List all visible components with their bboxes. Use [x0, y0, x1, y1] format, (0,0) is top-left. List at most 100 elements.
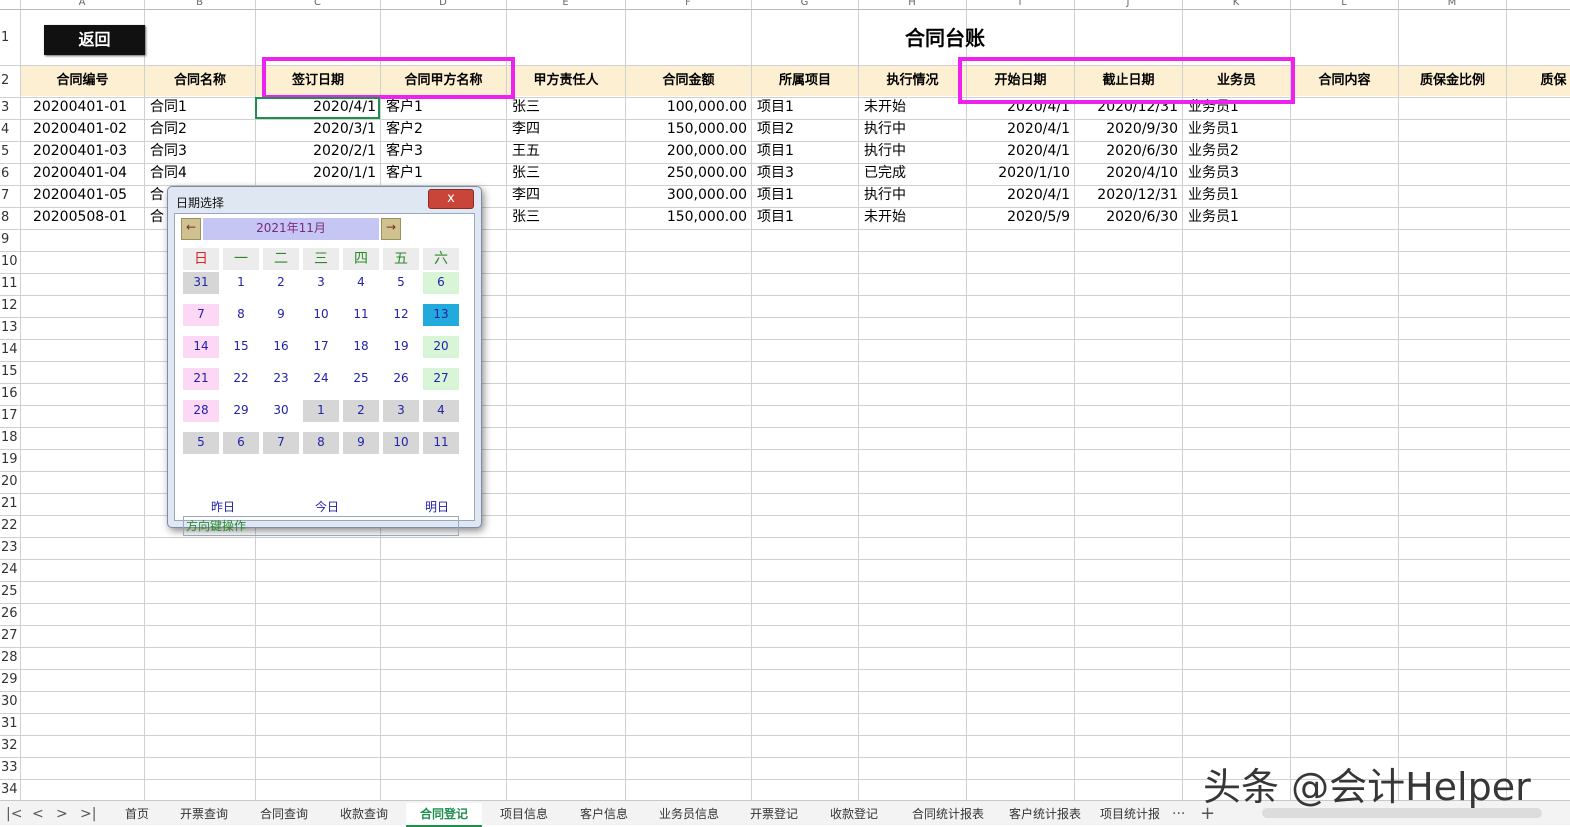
calendar-day[interactable]: 2 [263, 272, 299, 294]
table-cell[interactable]: 20200401-05 [20, 185, 144, 207]
row-number[interactable]: 14 [0, 339, 20, 361]
table-cell[interactable]: 20200401-04 [20, 163, 144, 185]
row-number[interactable]: 4 [0, 119, 20, 141]
row-number[interactable]: 17 [0, 405, 20, 427]
sheet-tab[interactable]: 合同统计报表 [896, 803, 1000, 825]
calendar-day[interactable]: 26 [383, 368, 419, 390]
table-cell[interactable]: 业务员1 [1182, 119, 1290, 141]
row-number[interactable]: 2 [0, 65, 20, 97]
sheet-tab[interactable]: 项目信息 [486, 803, 562, 825]
table-cell[interactable]: 业务员2 [1182, 141, 1290, 163]
table-cell[interactable]: 客户1 [380, 163, 506, 185]
row-number[interactable]: 19 [0, 449, 20, 471]
next-month-button[interactable]: → [381, 218, 401, 240]
prev-month-button[interactable]: ← [181, 218, 201, 240]
calendar-day[interactable]: 21 [183, 368, 219, 390]
calendar-day[interactable]: 11 [343, 304, 379, 326]
calendar-day[interactable]: 10 [303, 304, 339, 326]
sheet-tab[interactable]: 收款登记 [816, 803, 892, 825]
column-letter[interactable]: D [380, 0, 506, 9]
sheet-tab[interactable]: 客户统计报表 [1004, 803, 1086, 825]
calendar-day[interactable]: 28 [183, 400, 219, 422]
calendar-day[interactable]: 3 [383, 400, 419, 422]
table-cell[interactable]: 150,000.00 [625, 119, 751, 141]
back-button[interactable]: 返回 [44, 25, 145, 55]
sheet-tab[interactable]: 开票查询 [166, 803, 242, 825]
calendar-day[interactable]: 29 [223, 400, 259, 422]
table-cell[interactable]: 2020/5/9 [966, 207, 1074, 229]
column-letter[interactable]: G [751, 0, 858, 9]
row-number[interactable]: 12 [0, 295, 20, 317]
row-number[interactable]: 31 [0, 713, 20, 735]
table-cell[interactable]: 张三 [506, 97, 625, 119]
column-letter[interactable]: A [20, 0, 144, 9]
row-number[interactable]: 32 [0, 735, 20, 757]
table-cell[interactable]: 项目1 [751, 97, 858, 119]
date-picker-dialog[interactable]: 日期选择 x ← 2021年11月 → 日一二三四五六 31 1 2 3 4 5 6 7 8 9 1… [167, 186, 482, 536]
table-cell[interactable]: 150,000.00 [625, 207, 751, 229]
table-cell[interactable]: 执行中 [858, 185, 966, 207]
table-cell[interactable]: 业务员1 [1182, 185, 1290, 207]
calendar-day[interactable]: 24 [303, 368, 339, 390]
row-number[interactable]: 21 [0, 493, 20, 515]
table-cell[interactable]: 合同3 [144, 141, 255, 163]
sheet-tab[interactable]: 合同登记 [406, 803, 482, 827]
spreadsheet-grid[interactable]: ABCDEFGHIJKLM 1 2 3 4 5 6 7 8 9 10 11 12 13 14 15 16 17 1… [0, 0, 1570, 800]
table-cell[interactable]: 项目1 [751, 141, 858, 163]
row-number[interactable]: 25 [0, 581, 20, 603]
sheet-tab[interactable]: 首页 [112, 803, 162, 825]
table-cell[interactable]: 客户2 [380, 119, 506, 141]
table-cell[interactable]: 250,000.00 [625, 163, 751, 185]
table-cell[interactable]: 业务员3 [1182, 163, 1290, 185]
column-letter[interactable]: F [625, 0, 751, 9]
table-cell[interactable]: 2020/6/30 [1074, 207, 1182, 229]
column-letter[interactable] [1506, 0, 1570, 9]
row-number[interactable]: 29 [0, 669, 20, 691]
sheet-tab[interactable]: 开票登记 [736, 803, 812, 825]
calendar-day[interactable]: 22 [223, 368, 259, 390]
calendar-day[interactable]: 1 [303, 400, 339, 422]
column-letter[interactable]: J [1074, 0, 1182, 9]
calendar-day[interactable]: 3 [303, 272, 339, 294]
calendar-day[interactable]: 27 [423, 368, 459, 390]
sheet-tab[interactable]: 客户信息 [566, 803, 642, 825]
table-cell[interactable]: 业务员1 [1182, 207, 1290, 229]
table-cell[interactable]: 2020/4/10 [1074, 163, 1182, 185]
table-cell[interactable]: 2020/3/1 [255, 119, 380, 141]
calendar-day[interactable]: 25 [343, 368, 379, 390]
table-cell[interactable]: 20200508-01 [20, 207, 144, 229]
table-cell[interactable]: 2020/1/1 [255, 163, 380, 185]
column-letter[interactable]: B [144, 0, 255, 9]
column-letter[interactable]: E [506, 0, 625, 9]
calendar-day[interactable]: 10 [383, 432, 419, 454]
table-cell[interactable]: 项目2 [751, 119, 858, 141]
table-cell[interactable]: 20200401-02 [20, 119, 144, 141]
calendar-day[interactable]: 5 [383, 272, 419, 294]
today-link[interactable]: 今日 [315, 498, 339, 515]
table-cell[interactable]: 20200401-03 [20, 141, 144, 163]
calendar-day[interactable]: 6 [423, 272, 459, 294]
table-cell[interactable]: 项目3 [751, 163, 858, 185]
row-number[interactable]: 24 [0, 559, 20, 581]
calendar-day[interactable]: 13 [423, 304, 459, 326]
table-cell[interactable]: 2020/2/1 [255, 141, 380, 163]
more-tabs-icon[interactable]: ··· [1172, 803, 1185, 825]
calendar-day[interactable]: 6 [223, 432, 259, 454]
row-number[interactable]: 22 [0, 515, 20, 537]
calendar-day[interactable]: 9 [263, 304, 299, 326]
row-number[interactable]: 3 [0, 97, 20, 119]
next-sheet-icon[interactable]: > [56, 803, 68, 825]
row-number[interactable]: 34 [0, 779, 20, 800]
row-number[interactable]: 10 [0, 251, 20, 273]
calendar-day[interactable]: 16 [263, 336, 299, 358]
table-cell[interactable]: 未开始 [858, 97, 966, 119]
row-number[interactable]: 30 [0, 691, 20, 713]
table-cell[interactable]: 合同4 [144, 163, 255, 185]
table-cell[interactable]: 2020/4/1 [966, 141, 1074, 163]
last-sheet-icon[interactable]: >| [80, 803, 96, 825]
column-letter[interactable]: K [1182, 0, 1290, 9]
calendar-day[interactable]: 7 [263, 432, 299, 454]
table-cell[interactable]: 300,000.00 [625, 185, 751, 207]
column-letter[interactable]: M [1398, 0, 1506, 9]
table-cell[interactable]: 执行中 [858, 141, 966, 163]
